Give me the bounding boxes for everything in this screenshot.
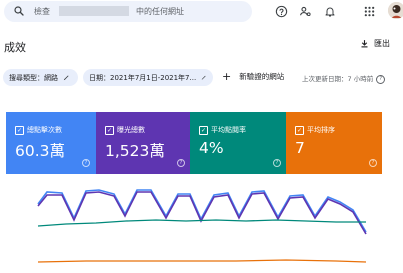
help-icon[interactable]: ? bbox=[376, 74, 386, 84]
export-button[interactable]: 匯出 bbox=[360, 38, 390, 49]
metric-card-impressions[interactable]: ✓ 曝光總數 1,523萬 ? bbox=[96, 112, 190, 174]
checkbox-checked-icon[interactable]: ✓ bbox=[199, 126, 208, 135]
search-input[interactable]: 檢查 中的任何網址 bbox=[4, 1, 252, 22]
series-position-line bbox=[37, 259, 367, 263]
date-range-label: 日期：2021年7月1日-2021年7... bbox=[89, 73, 197, 82]
help-icon[interactable]: ? bbox=[273, 159, 281, 167]
metric-value: 7 bbox=[295, 139, 305, 157]
page-title: 成效 bbox=[4, 41, 26, 54]
checkbox-checked-icon[interactable]: ✓ bbox=[105, 126, 114, 135]
metric-value: 4% bbox=[199, 139, 224, 157]
notifications-icon[interactable] bbox=[322, 3, 338, 19]
metric-label: 平均排序 bbox=[307, 126, 335, 134]
help-circle-icon[interactable] bbox=[273, 3, 289, 19]
series-ctr-line bbox=[37, 219, 366, 227]
search-placeholder-suffix: 中的任何網址 bbox=[136, 7, 184, 16]
metric-card-position[interactable]: ✓ 平均排序 7 ? bbox=[286, 112, 382, 174]
add-filter-label: 新驗證的網站 bbox=[239, 72, 285, 81]
download-icon bbox=[361, 40, 368, 48]
metric-value: 1,523萬 bbox=[105, 142, 165, 160]
performance-chart[interactable] bbox=[6, 174, 382, 273]
search-type-filter-chip[interactable]: 搜尋類型：網路 bbox=[3, 69, 78, 86]
pencil-icon bbox=[63, 75, 69, 81]
avatar[interactable] bbox=[388, 2, 403, 19]
pencil-icon bbox=[201, 75, 206, 80]
help-icon[interactable]: ? bbox=[82, 159, 90, 167]
last-updated-text: 上次更新日期：7 小時前? bbox=[302, 73, 386, 84]
search-icon bbox=[14, 6, 24, 16]
metric-label: 總點擊次數 bbox=[27, 126, 62, 134]
add-filter-button[interactable]: + 新驗證的網站 bbox=[222, 71, 284, 82]
metric-label: 平均點閱率 bbox=[211, 126, 246, 134]
redacted-property bbox=[59, 6, 129, 16]
export-label: 匯出 bbox=[374, 39, 390, 48]
plus-icon: + bbox=[222, 69, 232, 83]
metric-card-clicks[interactable]: ✓ 總點擊次數 60.3萬 ? bbox=[6, 112, 96, 174]
search-type-label: 搜尋類型：網路 bbox=[9, 73, 58, 82]
top-bar: 檢查 中的任何網址 bbox=[0, 0, 403, 26]
metric-cards: ✓ 總點擊次數 60.3萬 ? ✓ 曝光總數 1,523萬 ? ✓ 平均點閱率 … bbox=[6, 112, 382, 174]
metric-value: 60.3萬 bbox=[15, 142, 66, 160]
checkbox-checked-icon[interactable]: ✓ bbox=[15, 126, 24, 135]
metric-card-ctr[interactable]: ✓ 平均點閱率 4% ? bbox=[190, 112, 286, 174]
help-icon[interactable]: ? bbox=[177, 159, 185, 167]
metric-label: 曝光總數 bbox=[117, 126, 145, 134]
apps-grid-icon[interactable] bbox=[361, 3, 377, 19]
date-filter-chip[interactable]: 日期：2021年7月1日-2021年7... bbox=[83, 69, 213, 86]
search-placeholder-prefix: 檢查 bbox=[34, 7, 50, 16]
checkbox-checked-icon[interactable]: ✓ bbox=[295, 126, 304, 135]
series-clicks-line bbox=[37, 189, 367, 233]
help-icon[interactable]: ? bbox=[369, 159, 377, 167]
manage-users-icon[interactable] bbox=[297, 3, 313, 19]
